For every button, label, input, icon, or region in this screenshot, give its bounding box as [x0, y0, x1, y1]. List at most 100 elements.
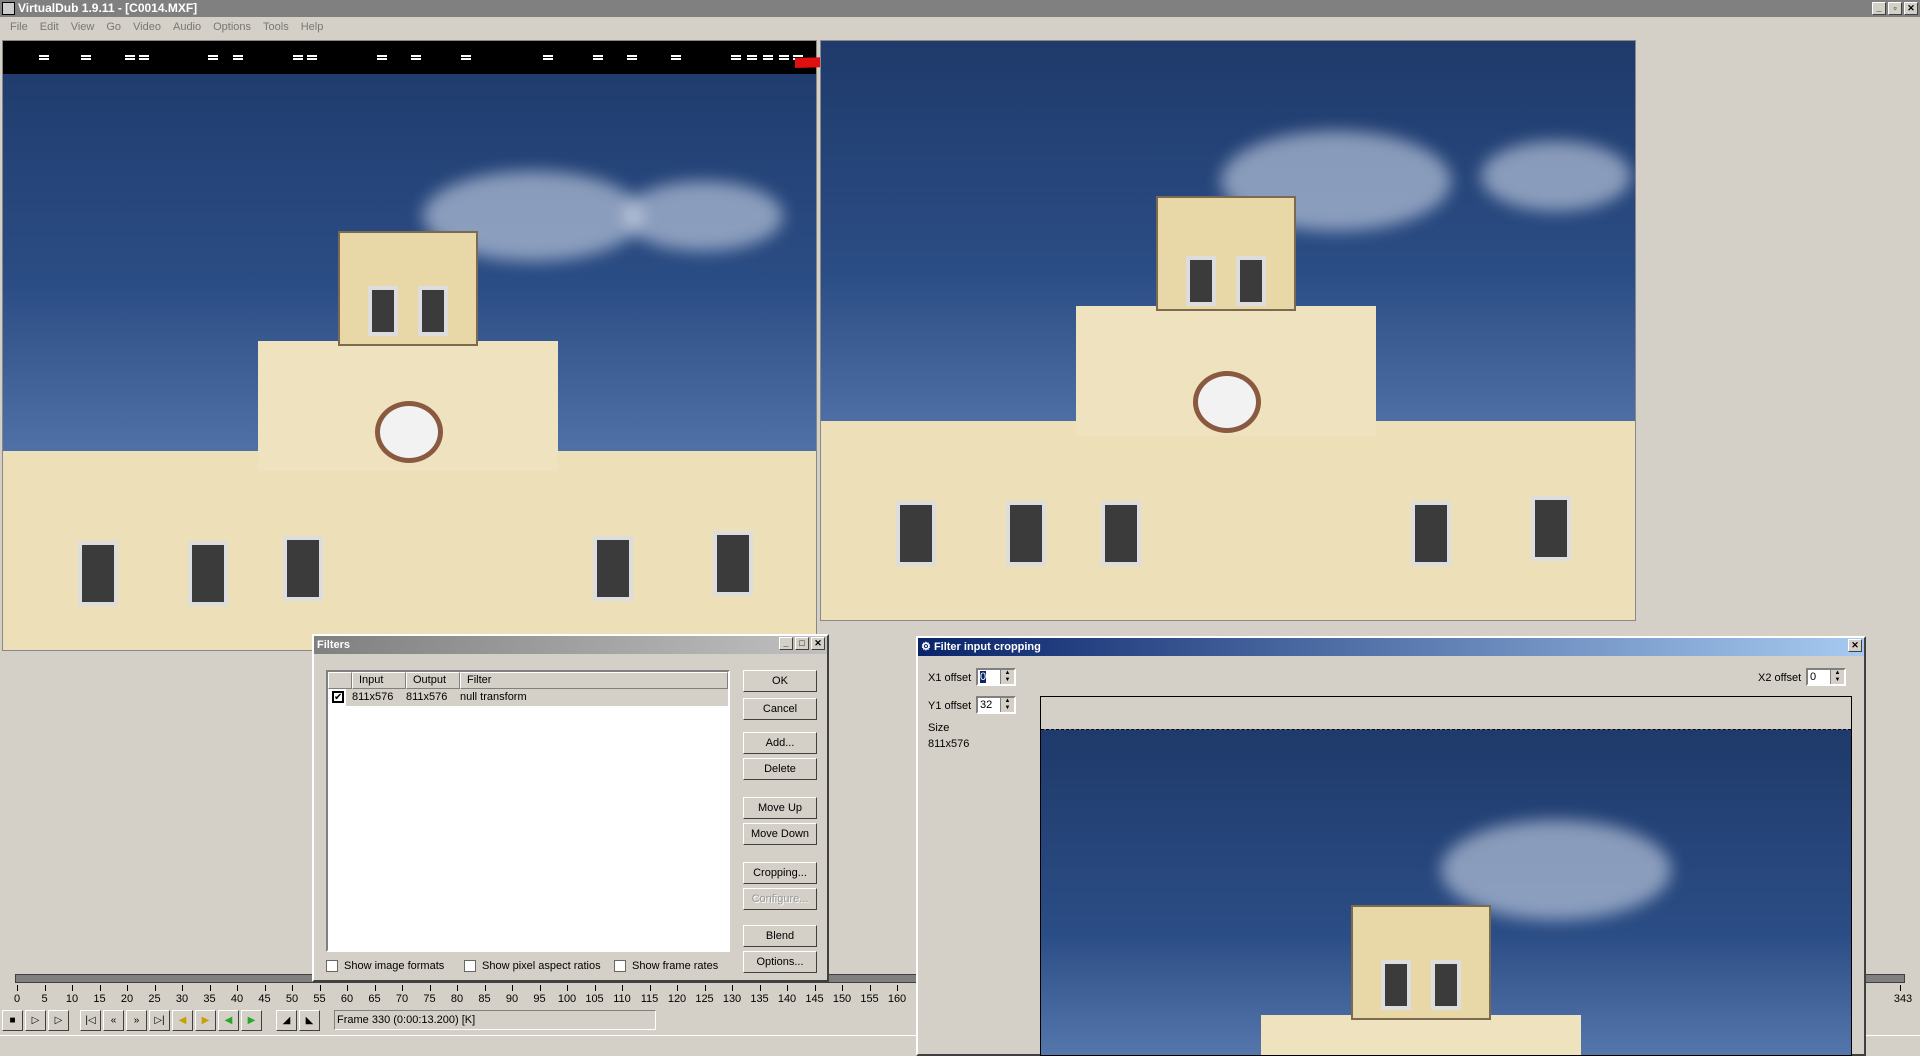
timeline-tick — [567, 985, 568, 991]
filter-enabled-checkbox[interactable]: ✔ — [332, 691, 344, 703]
timeline-tick — [842, 985, 843, 991]
next-keyframe-icon[interactable]: ▶ — [195, 1010, 216, 1031]
x1-offset-input[interactable]: 0 ▲ ▼ — [976, 668, 1016, 686]
next-scene-icon[interactable]: ▶ — [241, 1010, 262, 1031]
y1-spinner[interactable]: ▲ ▼ — [1000, 698, 1014, 712]
show-image-formats-label: Show image formats — [344, 960, 445, 972]
stop-button[interactable]: ■ — [2, 1010, 23, 1031]
crop-title-bar: ⚙ Filter input cropping ✕ — [918, 638, 1864, 656]
add-button[interactable]: Add... — [743, 732, 817, 754]
go-end-button[interactable]: ▷| — [149, 1010, 170, 1031]
menu-bar: File Edit View Go Video Audio Options To… — [0, 17, 1920, 37]
output-video-pane — [820, 40, 1636, 621]
menu-view[interactable]: View — [65, 17, 101, 37]
timeline-tick — [512, 985, 513, 991]
mark-out-button[interactable]: ◣ — [299, 1010, 320, 1031]
menu-go[interactable]: Go — [100, 17, 127, 37]
timeline-tick-label: 100 — [557, 993, 577, 1005]
col-input[interactable]: Input — [352, 672, 406, 689]
frame-status: Frame 330 (0:00:13.200) [K] — [334, 1010, 656, 1030]
menu-help[interactable]: Help — [295, 17, 330, 37]
timeline-tick-label: 150 — [832, 993, 852, 1005]
menu-tools[interactable]: Tools — [257, 17, 295, 37]
filter-list[interactable]: Input Output Filter ✔ 811x576 811x576 nu… — [326, 670, 730, 952]
timeline-tick-label: 90 — [505, 993, 519, 1005]
timeline-tick — [814, 985, 816, 991]
x2-offset-input[interactable]: 0 ▲ ▼ — [1806, 668, 1846, 686]
timeline-tick — [99, 985, 101, 991]
col-output[interactable]: Output — [406, 672, 460, 689]
show-pixel-aspect-checkbox[interactable]: Show pixel aspect ratios — [464, 960, 601, 973]
mark-in-button[interactable]: ◢ — [276, 1010, 297, 1031]
timeline-tick-label: 75 — [423, 993, 436, 1005]
x2-value: 0 — [1810, 671, 1817, 683]
show-frame-rates-checkbox[interactable]: Show frame rates — [614, 960, 718, 973]
prev-scene-icon[interactable]: ◀ — [218, 1010, 239, 1031]
y1-offset-input[interactable]: 32 ▲ ▼ — [976, 696, 1016, 714]
row-input: 811x576 — [352, 691, 394, 703]
show-pixel-aspect-label: Show pixel aspect ratios — [482, 960, 601, 972]
col-enabled — [328, 672, 352, 689]
cropping-button[interactable]: Cropping... — [743, 862, 817, 884]
move-down-button[interactable]: Move Down — [743, 823, 817, 845]
timeline-tick-label: 55 — [313, 993, 326, 1005]
show-image-formats-checkbox[interactable]: Show image formats — [326, 960, 445, 973]
options-button[interactable]: Options... — [743, 951, 817, 973]
minimize-button[interactable]: _ — [1872, 2, 1886, 15]
timeline-tick-label: 145 — [805, 993, 824, 1005]
menu-file[interactable]: File — [4, 17, 34, 37]
timeline-tick-label: 40 — [230, 993, 244, 1005]
timeline-tick-label: 65 — [368, 993, 381, 1005]
timeline-tick-label: 45 — [258, 993, 271, 1005]
y1-value: 32 — [980, 699, 993, 711]
menu-audio[interactable]: Audio — [167, 17, 207, 37]
play-input-button[interactable]: ▷ — [25, 1010, 46, 1031]
timeline-tick — [402, 985, 403, 991]
x1-label: X1 offset — [928, 672, 972, 684]
filters-minimize-button[interactable]: _ — [779, 637, 793, 650]
timeline-tick-label: 70 — [395, 993, 409, 1005]
timeline-tick-label: 115 — [640, 993, 659, 1005]
prev-frame-button[interactable]: « — [103, 1010, 124, 1031]
menu-video[interactable]: Video — [127, 17, 167, 37]
col-filter[interactable]: Filter — [460, 672, 728, 689]
prev-keyframe-icon[interactable]: ◀ — [172, 1010, 193, 1031]
timeline-tick — [292, 985, 293, 991]
timeline-tick-label: 20 — [120, 993, 134, 1005]
input-video-pane — [2, 40, 817, 651]
configure-button[interactable]: Configure... — [743, 888, 817, 910]
timeline-tick-label: 5 — [41, 993, 48, 1005]
timeline-tick — [237, 985, 238, 991]
cancel-button[interactable]: Cancel — [743, 698, 817, 720]
timeline-tick-label: 35 — [203, 993, 216, 1005]
play-output-button[interactable]: ▷ — [48, 1010, 69, 1031]
crop-dialog: ⚙ Filter input cropping ✕ X1 offset 0 ▲ ▼ … — [916, 636, 1866, 1056]
crop-preview[interactable] — [1040, 696, 1852, 1056]
move-up-button[interactable]: Move Up — [743, 797, 817, 819]
size-label: Size — [928, 722, 950, 734]
x1-spinner[interactable]: ▲ ▼ — [1000, 670, 1014, 684]
x1-value: 0 — [980, 671, 987, 683]
filter-row[interactable]: ✔ 811x576 811x576 null transform — [328, 689, 728, 706]
menu-edit[interactable]: Edit — [34, 17, 65, 37]
timeline-tick — [869, 985, 871, 991]
row-filter: null transform — [460, 691, 527, 703]
filters-close-button[interactable]: ✕ — [811, 637, 825, 650]
timeline-tick — [182, 985, 183, 991]
filters-title-bar: Filters _ □ ✕ — [314, 636, 827, 654]
ok-button[interactable]: OK — [743, 670, 817, 692]
timeline-tick — [127, 985, 128, 991]
x2-spinner[interactable]: ▲ ▼ — [1830, 670, 1844, 684]
next-frame-button[interactable]: » — [126, 1010, 147, 1031]
menu-options[interactable]: Options — [207, 17, 257, 37]
close-button[interactable]: ✕ — [1904, 2, 1918, 15]
timeline-tick-label: 95 — [533, 993, 546, 1005]
crop-close-button[interactable]: ✕ — [1848, 639, 1862, 652]
timeline-tick — [374, 985, 376, 991]
blend-button[interactable]: Blend — [743, 925, 817, 947]
filters-maximize-button[interactable]: □ — [795, 637, 809, 650]
go-start-button[interactable]: |◁ — [80, 1010, 101, 1031]
restore-button[interactable]: ▫ — [1888, 2, 1902, 15]
timeline-tick-label: 160 — [887, 993, 907, 1005]
delete-button[interactable]: Delete — [743, 758, 817, 780]
